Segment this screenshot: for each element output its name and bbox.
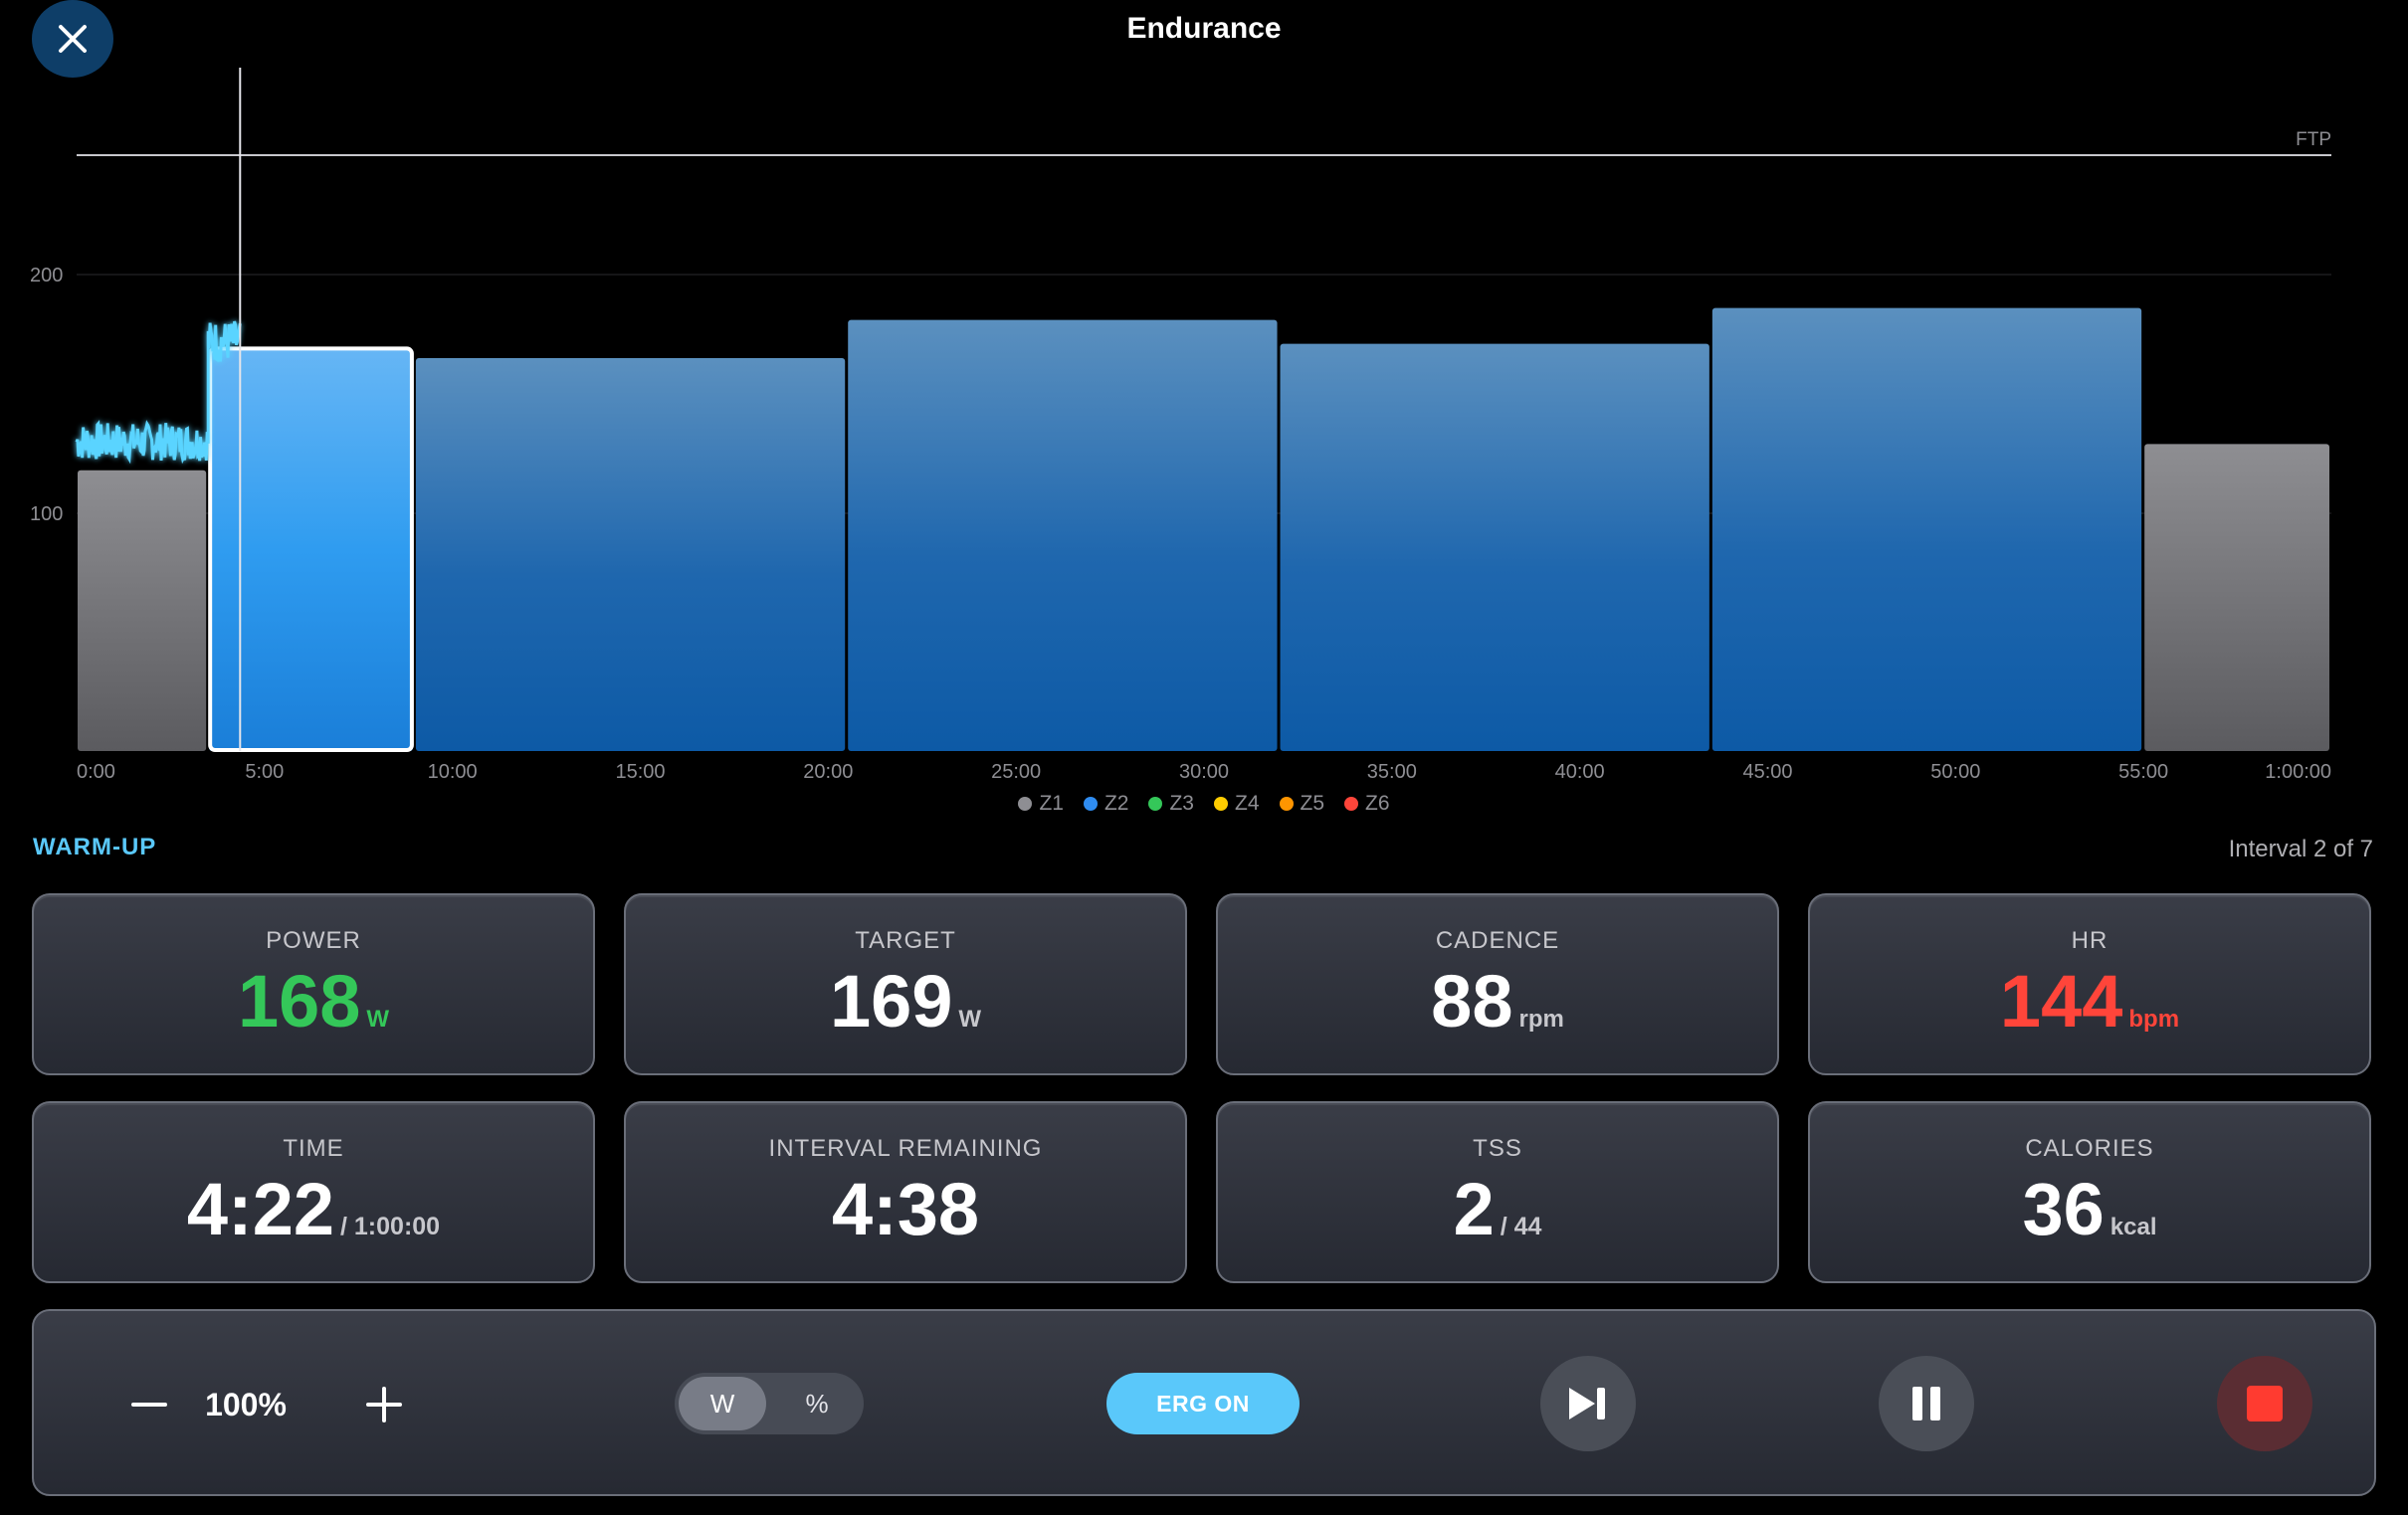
x-tick-label: 15:00 xyxy=(615,761,665,783)
x-tick-label: 0:00 xyxy=(77,761,115,783)
zone-legend: Z1 Z2 Z3 Z4 Z5 Z6 xyxy=(0,792,2408,816)
interval-bar xyxy=(1280,343,1709,751)
legend-label: Z2 xyxy=(1104,792,1129,815)
x-tick-label: 1:00:00 xyxy=(2265,761,2331,783)
tss-total: / 44 xyxy=(1500,1213,1542,1240)
zoom-in-button[interactable] xyxy=(356,1377,412,1432)
legend-label: Z3 xyxy=(1169,792,1194,815)
time-total: / 1:00:00 xyxy=(340,1213,441,1240)
legend-dot xyxy=(1344,797,1359,811)
x-tick-label: 20:00 xyxy=(803,761,853,783)
x-tick-label: 55:00 xyxy=(2118,761,2168,783)
skip-interval-button[interactable] xyxy=(1540,1356,1636,1451)
legend-dot xyxy=(1018,797,1033,811)
x-tick-label: 35:00 xyxy=(1367,761,1417,783)
legend-item: Z5 xyxy=(1279,792,1325,816)
tss-card: TSS 2 / 44 xyxy=(1216,1101,1779,1283)
legend-dot xyxy=(1148,797,1163,811)
legend-item: Z3 xyxy=(1148,792,1194,816)
calories-label: CALORIES xyxy=(2025,1135,2154,1162)
hr-value: 144 xyxy=(1999,960,2123,1042)
cadence-card: CADENCE 88 rpm xyxy=(1216,893,1779,1075)
stop-icon xyxy=(2247,1386,2283,1421)
power-unit: W xyxy=(366,1006,390,1033)
legend-label: Z4 xyxy=(1235,792,1260,815)
pause-button[interactable] xyxy=(1879,1356,1974,1451)
hr-label: HR xyxy=(2071,927,2108,954)
interval-counter: Interval 2 of 7 xyxy=(2228,836,2373,862)
stop-button[interactable] xyxy=(2217,1356,2312,1451)
interval-remaining-value: 4:38 xyxy=(831,1168,980,1250)
legend-label: Z5 xyxy=(1300,792,1325,815)
pause-icon xyxy=(1912,1387,1940,1420)
time-value: 4:22 xyxy=(186,1168,335,1250)
cadence-label: CADENCE xyxy=(1435,927,1560,954)
workout-chart: 100 200 FTP 0:00 5:00 10:00 15:00 20:00 25:00 30:… xyxy=(30,68,2331,783)
time-card: TIME 4:22 / 1:00:00 xyxy=(32,1101,595,1283)
hr-card: HR 144 bpm xyxy=(1808,893,2371,1075)
legend-label: Z6 xyxy=(1365,792,1390,815)
watts-toggle[interactable]: W xyxy=(679,1377,766,1430)
target-card: TARGET 169 W xyxy=(624,893,1187,1075)
x-tick-label: 10:00 xyxy=(428,761,478,783)
x-tick-label: 25:00 xyxy=(991,761,1041,783)
legend-dot xyxy=(1214,797,1228,811)
erg-button[interactable]: ERG ON xyxy=(1106,1373,1300,1434)
legend-dot xyxy=(1083,797,1098,811)
interval-bar xyxy=(78,470,207,751)
y-tick-label: 100 xyxy=(30,503,63,525)
hr-unit: bpm xyxy=(2128,1006,2180,1033)
phase-label: WARM-UP xyxy=(33,834,157,860)
x-tick-label: 5:00 xyxy=(245,761,284,783)
legend-item: Z2 xyxy=(1083,792,1129,816)
x-tick-label: 40:00 xyxy=(1555,761,1605,783)
cadence-value: 88 xyxy=(1431,960,1513,1042)
tss-label: TSS xyxy=(1473,1135,1522,1162)
legend-item: Z4 xyxy=(1214,792,1260,816)
power-card: POWER 168 W xyxy=(32,893,595,1075)
legend-label: Z1 xyxy=(1039,792,1064,815)
legend-item: Z1 xyxy=(1018,792,1064,816)
interval-bar xyxy=(1711,307,2142,751)
zoom-out-button[interactable] xyxy=(119,1377,179,1432)
control-bar: 100% W % ERG ON xyxy=(32,1309,2376,1496)
ftp-label: FTP xyxy=(2296,129,2331,150)
power-value: 168 xyxy=(237,960,361,1042)
target-value: 169 xyxy=(829,960,953,1042)
interval-remaining-card: INTERVAL REMAINING 4:38 xyxy=(624,1101,1187,1283)
power-label: POWER xyxy=(266,927,361,954)
skip-icon xyxy=(1569,1388,1605,1420)
target-unit: W xyxy=(958,1006,982,1033)
calories-value: 36 xyxy=(2022,1168,2105,1250)
x-tick-label: 30:00 xyxy=(1179,761,1229,783)
time-label: TIME xyxy=(283,1135,344,1162)
interval-bar xyxy=(415,358,846,751)
target-label: TARGET xyxy=(855,927,956,954)
minus-icon xyxy=(131,1403,167,1407)
x-tick-label: 50:00 xyxy=(1930,761,1980,783)
legend-dot xyxy=(1279,797,1294,811)
percent-toggle[interactable]: % xyxy=(774,1377,860,1430)
cadence-unit: rpm xyxy=(1518,1006,1564,1033)
plus-icon xyxy=(366,1387,402,1422)
tss-value: 2 xyxy=(1453,1168,1495,1250)
y-tick-label: 200 xyxy=(30,265,63,286)
calories-unit: kcal xyxy=(2109,1214,2157,1240)
interval-bar xyxy=(2144,444,2329,751)
calories-card: CALORIES 36 kcal xyxy=(1808,1101,2371,1283)
unit-toggle: W % xyxy=(675,1373,864,1434)
x-tick-label: 45:00 xyxy=(1742,761,1792,783)
legend-item: Z6 xyxy=(1344,792,1390,816)
interval-remaining-label: INTERVAL REMAINING xyxy=(768,1135,1043,1162)
zoom-value: 100% xyxy=(205,1387,287,1422)
interval-bar xyxy=(848,319,1278,751)
